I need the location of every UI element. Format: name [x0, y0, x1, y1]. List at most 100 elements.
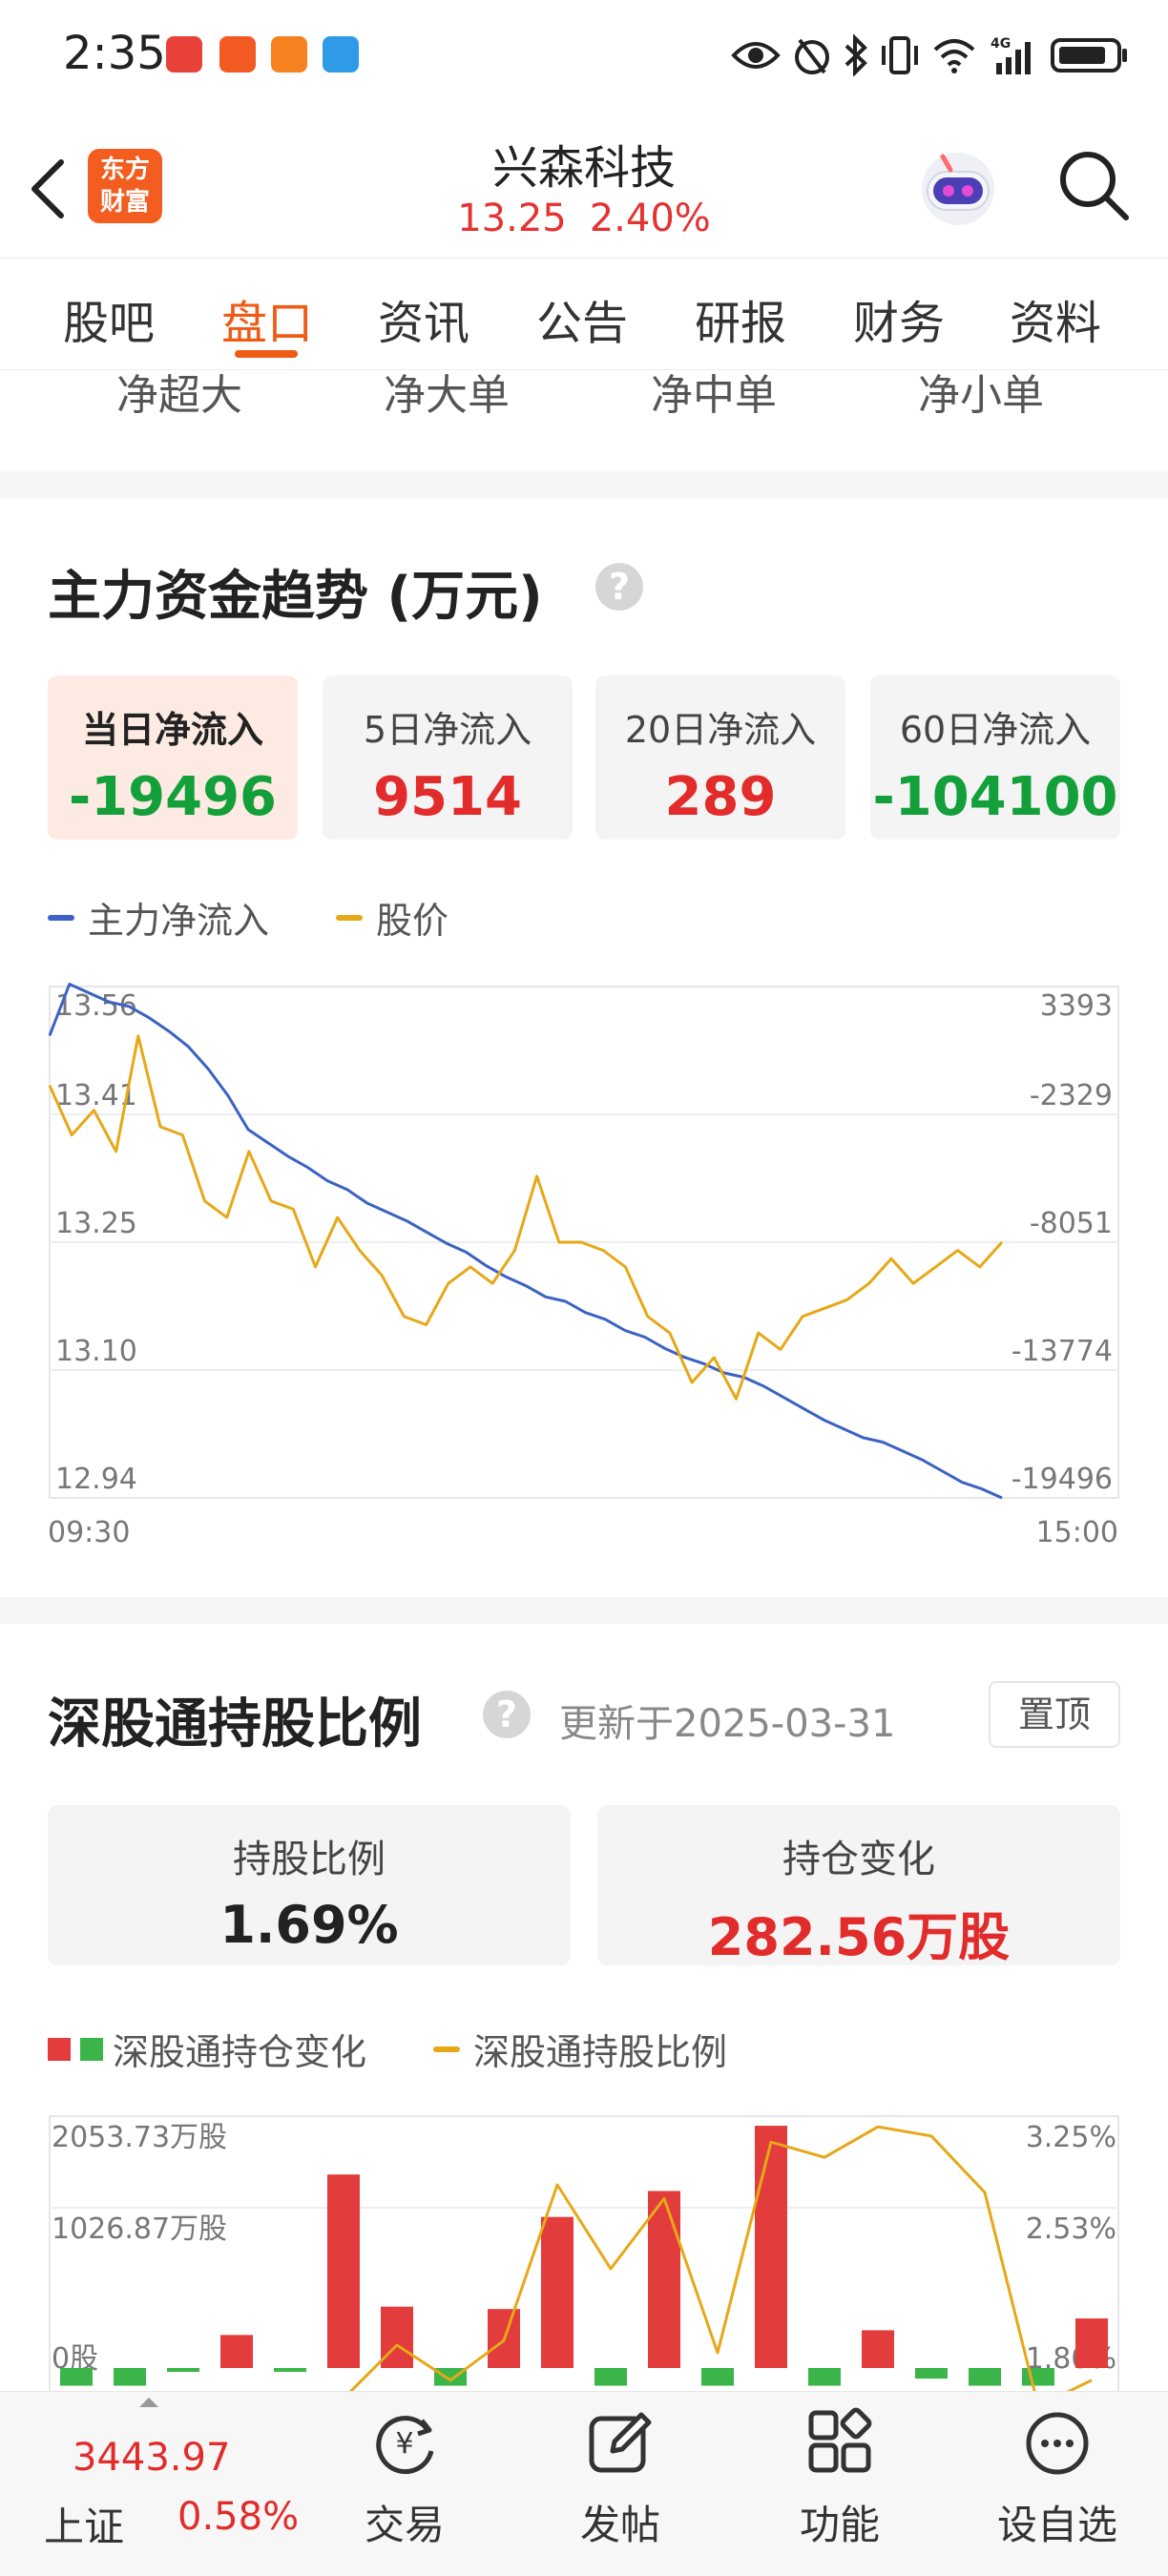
nav-label: 交易 [364, 2502, 445, 2548]
nav-post[interactable]: 发帖 [544, 2407, 697, 2569]
bottom-bar: 3443.97 上证 0.58% ¥ 交易 发帖 功能 设自选 [0, 2391, 1168, 2576]
card-value: 1.69% [219, 1895, 399, 1955]
tab-profile[interactable]: 资料 [1010, 285, 1101, 352]
alarm-icon [795, 38, 829, 74]
sz-connect-chart[interactable]: 2053.73万股1026.87万股0股3.25%2.53%1.80% [48, 2109, 1120, 2395]
signal-4g-icon: 4G [991, 36, 1031, 74]
card-label: 当日净流入 [81, 709, 263, 751]
right-axis-tick: -19496 [1012, 1463, 1113, 1496]
nav-functions[interactable]: 功能 [763, 2407, 916, 2569]
holding-change-bar [60, 2368, 93, 2386]
legend-swatch-red [48, 2037, 71, 2061]
holding-change-bar [220, 2335, 253, 2368]
holding-change-bar [755, 2126, 787, 2368]
main-flow-title: 主力资金趋势 (万元) [48, 566, 543, 628]
right-axis-tick: 2.53% [1026, 2212, 1116, 2246]
status-icons: 4G [731, 32, 1130, 78]
nav-trade[interactable]: ¥ 交易 [328, 2407, 481, 2569]
nav-label: 功能 [799, 2502, 880, 2548]
holding-change-card: 持仓变化 282.56万股 [597, 1805, 1120, 1967]
x-axis-end: 15:00 [1036, 1516, 1118, 1548]
card-label: 持股比例 [233, 1838, 386, 1881]
holding-change-bar [915, 2368, 948, 2379]
right-axis-tick: 3393 [1040, 989, 1113, 1023]
net-inflow-20d-card[interactable]: 20日净流入 289 [595, 675, 845, 840]
svg-text:4G: 4G [991, 36, 1011, 52]
nav-add-watchlist[interactable]: 设自选 [981, 2407, 1134, 2569]
active-tab-indicator [235, 350, 298, 358]
tab-guba[interactable]: 股吧 [63, 285, 155, 352]
trade-icon: ¥ [376, 2416, 434, 2475]
left-axis-tick: 12.94 [55, 1463, 137, 1496]
net-inflow-5d-card[interactable]: 5日净流入 9514 [323, 675, 573, 840]
holding-change-bar [648, 2191, 680, 2368]
legend-label: 主力净流入 [88, 900, 270, 942]
holding-change-bar [1075, 2318, 1108, 2368]
card-value: 289 [664, 766, 777, 828]
holding-change-bar [381, 2306, 413, 2368]
sz-connect-title: 深股通持股比例 [48, 1693, 422, 1755]
holding-change-bar [594, 2368, 627, 2386]
holding-change-bar [969, 2368, 1001, 2386]
tab-announcements[interactable]: 公告 [536, 285, 628, 352]
help-icon[interactable]: ? [483, 1691, 531, 1738]
eye-icon [731, 42, 781, 69]
card-label: 60日净流入 [899, 709, 1092, 751]
index-value[interactable]: 3443.97 [73, 2436, 230, 2480]
holding-change-bar [701, 2368, 734, 2386]
more-dots-icon [1026, 2412, 1089, 2475]
card-label: 持仓变化 [782, 1838, 935, 1881]
apps-grid-icon [808, 2407, 872, 2473]
legend-swatch-green [80, 2037, 103, 2061]
legend-label: 深股通持股比例 [473, 2031, 728, 2073]
card-value: -104100 [872, 766, 1118, 828]
search-button[interactable] [1055, 147, 1132, 223]
holding-change-bar [541, 2216, 574, 2368]
holding-change-bar [1022, 2368, 1054, 2386]
legend-swatch-yellow [433, 2046, 461, 2052]
left-axis-tick: 13.25 [55, 1207, 137, 1240]
sz-connect-legend: 深股通持仓变化 深股通持股比例 [48, 2023, 727, 2075]
holding-change-bar [327, 2174, 360, 2368]
tab-bar: 股吧 盘口 资讯 公告 研报 财务 资料 [0, 258, 1168, 370]
battery-icon [1051, 38, 1127, 73]
search-app-icon [323, 36, 359, 73]
left-axis-tick: 1026.87万股 [52, 2212, 227, 2246]
help-icon[interactable]: ? [595, 563, 643, 611]
svg-text:¥: ¥ [395, 2427, 413, 2461]
holding-ratio-card: 持股比例 1.69% [48, 1805, 571, 1965]
card-value: 9514 [373, 766, 522, 828]
nav-label: 发帖 [579, 2502, 660, 2548]
left-axis-tick: 13.10 [55, 1335, 137, 1368]
card-value: 282.56万股 [707, 1907, 1011, 1967]
tab-news[interactable]: 资讯 [378, 285, 469, 352]
nav-label: 设自选 [996, 2502, 1117, 2548]
holding-change-bar [862, 2330, 894, 2368]
pin-top-button[interactable]: 置顶 [989, 1681, 1120, 1748]
tab-research[interactable]: 研报 [695, 285, 786, 352]
net-inflow-today-card[interactable]: 当日净流入 -19496 [48, 675, 298, 840]
right-axis-tick: -2329 [1030, 1079, 1113, 1112]
net-inflow-60d-card[interactable]: 60日净流入 -104100 [870, 675, 1120, 840]
section-divider [0, 1597, 1168, 1624]
status-bar: 2:35 4G [0, 0, 1168, 114]
plot-frame [49, 2115, 1119, 2395]
expand-caret-icon[interactable] [139, 2398, 158, 2407]
index-label[interactable]: 上证 [44, 2495, 124, 2553]
right-axis-tick: -8051 [1030, 1207, 1113, 1240]
holding-change-bar [274, 2368, 306, 2372]
net-inflow-series-line [48, 983, 1003, 1500]
bluetooth-icon [845, 34, 867, 76]
status-time: 2:35 [63, 27, 166, 80]
main-flow-chart[interactable]: 13.5613.4113.2513.1012.943393-2329-8051-… [48, 979, 1120, 1548]
robot-assistant-icon[interactable] [914, 143, 1002, 231]
index-change-pct[interactable]: 0.58% [177, 2495, 299, 2539]
wifi-icon [933, 39, 975, 73]
x-axis-start: 09:30 [48, 1516, 130, 1548]
holding-change-bar [808, 2368, 841, 2386]
card-label: 20日净流入 [624, 709, 817, 751]
holding-change-bar [167, 2368, 199, 2372]
tab-finance[interactable]: 财务 [853, 285, 945, 352]
card-value: -19496 [68, 766, 278, 828]
tab-pankou[interactable]: 盘口 [221, 285, 313, 352]
